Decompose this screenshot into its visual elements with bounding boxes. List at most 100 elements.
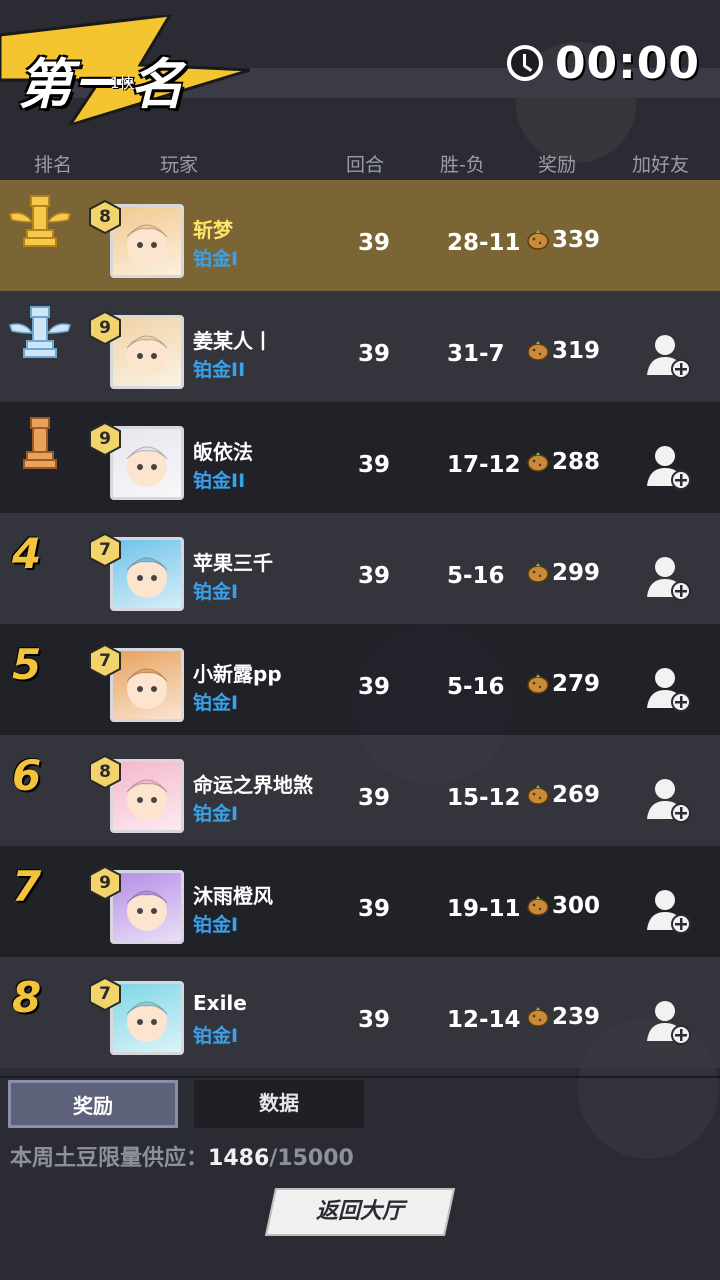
add-friend-icon[interactable] xyxy=(645,442,693,490)
potato-icon xyxy=(527,452,549,472)
rounds-value: 39 xyxy=(358,785,391,811)
level-badge: 8 xyxy=(99,762,111,782)
avatar-face-icon xyxy=(126,335,168,376)
player-tier: 铂金II xyxy=(193,470,246,492)
reward: 288 xyxy=(526,449,600,475)
col-rounds: 回合 xyxy=(346,154,385,176)
potato-icon xyxy=(527,674,549,694)
level-badge: 7 xyxy=(99,984,111,1004)
supply-max: 15000 xyxy=(277,1146,354,1171)
rank-number: 7 xyxy=(12,862,42,911)
potato-supply: 本周土豆限量供应：1486/15000 xyxy=(10,1140,354,1172)
potato-icon xyxy=(527,1007,549,1027)
column-headers: 排名 玩家 回合 胜-负 奖励 加好友 xyxy=(0,148,720,178)
table-row: 5 7 小新露pp 铂金I 39 5-16 279 xyxy=(0,624,720,735)
reward-value: 299 xyxy=(552,560,601,586)
avatar-face-icon xyxy=(126,557,168,598)
level-badge: 9 xyxy=(99,429,111,449)
table-row: 8 7 Exile 铂金I 39 12-14 239 xyxy=(0,957,720,1068)
reward-value: 269 xyxy=(552,782,601,808)
rank-number: 8 xyxy=(12,973,42,1022)
player-tier: 铂金I xyxy=(193,914,239,936)
potato-icon xyxy=(527,341,549,361)
rank-number: 4 xyxy=(12,529,42,578)
reward: 299 xyxy=(526,560,600,586)
gold-trophy-icon xyxy=(9,195,71,247)
tab-rewards[interactable]: 奖励 xyxy=(8,1080,178,1128)
add-friend-icon[interactable] xyxy=(645,997,693,1045)
win-loss-value: 17-12 xyxy=(447,452,521,478)
table-row: 9 姜某人丨 铂金II 39 31-7 319 xyxy=(0,291,720,402)
avatar-face-icon xyxy=(126,446,168,487)
potato-icon xyxy=(527,896,549,916)
table-row: 9 皈依法 铂金II 39 17-12 288 xyxy=(0,402,720,513)
potato-icon xyxy=(527,230,549,250)
reward: 269 xyxy=(526,782,600,808)
col-add-friend: 加好友 xyxy=(632,154,690,176)
win-loss-value: 5-16 xyxy=(447,674,505,700)
level-badge: 7 xyxy=(99,651,111,671)
rounds-value: 39 xyxy=(358,563,391,589)
header: 第一名 1快 00:00 xyxy=(0,0,720,140)
reward: 339 xyxy=(526,227,600,253)
add-friend-icon[interactable] xyxy=(645,775,693,823)
player-name: 皈依法 xyxy=(193,440,253,464)
player-tier: 铂金II xyxy=(193,359,246,381)
return-lobby-label: 返回大厅 xyxy=(315,1199,404,1224)
avatar-face-icon xyxy=(126,890,168,931)
win-loss-value: 12-14 xyxy=(447,1007,521,1033)
level-badge: 7 xyxy=(99,540,111,560)
timer-text: 00:00 xyxy=(554,37,700,89)
player-tier: 铂金I xyxy=(193,1025,239,1047)
rounds-value: 39 xyxy=(358,341,391,367)
player-name: 姜某人丨 xyxy=(193,329,273,353)
level-badge: 9 xyxy=(99,873,111,893)
rounds-value: 39 xyxy=(358,230,391,256)
potato-icon xyxy=(527,563,549,583)
silver-trophy-icon xyxy=(9,306,71,358)
win-loss-value: 5-16 xyxy=(447,563,505,589)
player-name: 沐雨橙风 xyxy=(193,884,273,908)
return-lobby-button[interactable]: 返回大厅 xyxy=(264,1188,456,1236)
player-name: 苹果三千 xyxy=(193,551,273,575)
table-row: 4 7 苹果三千 铂金I 39 5-16 299 xyxy=(0,513,720,624)
player-name: Exile xyxy=(193,991,247,1015)
reward: 319 xyxy=(526,338,600,364)
rounds-value: 39 xyxy=(358,1007,391,1033)
add-friend-icon[interactable] xyxy=(645,331,693,379)
divider xyxy=(0,1076,720,1078)
add-friend-icon[interactable] xyxy=(645,553,693,601)
player-tier: 铂金I xyxy=(193,692,239,714)
add-friend-icon[interactable] xyxy=(645,886,693,934)
rank-number: 5 xyxy=(12,640,42,689)
avatar-face-icon xyxy=(126,224,168,265)
rounds-value: 39 xyxy=(358,452,391,478)
reward-value: 300 xyxy=(552,893,601,919)
tab-data[interactable]: 数据 xyxy=(194,1080,364,1128)
win-loss-value: 19-11 xyxy=(447,896,521,922)
rank-number: 6 xyxy=(12,751,42,800)
leaderboard-list: 8 斩梦 铂金I 39 28-11 339 9 姜某人丨 铂金II 39 31-… xyxy=(0,180,720,1068)
col-rank: 排名 xyxy=(34,154,73,176)
bronze-trophy-icon xyxy=(23,417,57,469)
rounds-value: 39 xyxy=(358,896,391,922)
reward-value: 279 xyxy=(552,671,601,697)
timer: 00:00 xyxy=(506,37,700,89)
supply-label: 本周土豆限量供应： xyxy=(10,1146,209,1171)
level-badge: 9 xyxy=(99,318,111,338)
win-loss-value: 28-11 xyxy=(447,230,521,256)
reward-value: 288 xyxy=(552,449,601,475)
player-tier: 铂金I xyxy=(193,248,239,270)
avatar-face-icon xyxy=(126,668,168,709)
reward: 279 xyxy=(526,671,600,697)
player-name: 命运之界地煞 xyxy=(193,773,313,797)
avatar-face-icon xyxy=(126,779,168,820)
add-friend-icon[interactable] xyxy=(645,664,693,712)
placement-subtitle: 1快 xyxy=(110,74,135,92)
clock-icon xyxy=(506,45,543,81)
col-win-loss: 胜-负 xyxy=(440,154,485,176)
rounds-value: 39 xyxy=(358,674,391,700)
col-player: 玩家 xyxy=(160,154,199,176)
reward-value: 239 xyxy=(552,1004,601,1030)
placement-title: 第一名 xyxy=(18,53,186,116)
